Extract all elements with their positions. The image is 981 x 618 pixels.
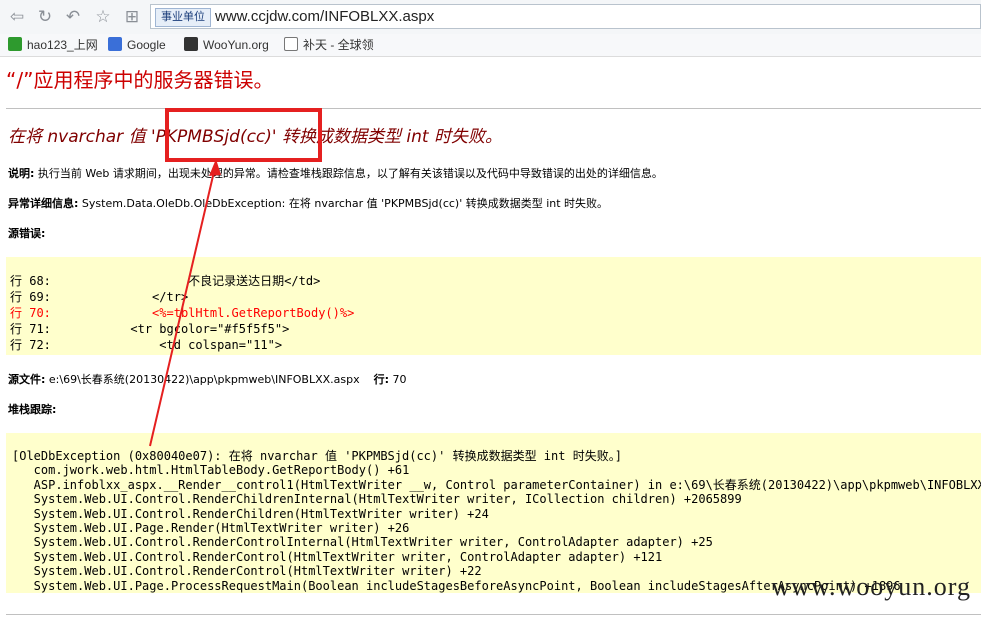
watermark-text: www.wooyun.org <box>771 572 971 601</box>
annotation-arrow <box>149 159 221 447</box>
